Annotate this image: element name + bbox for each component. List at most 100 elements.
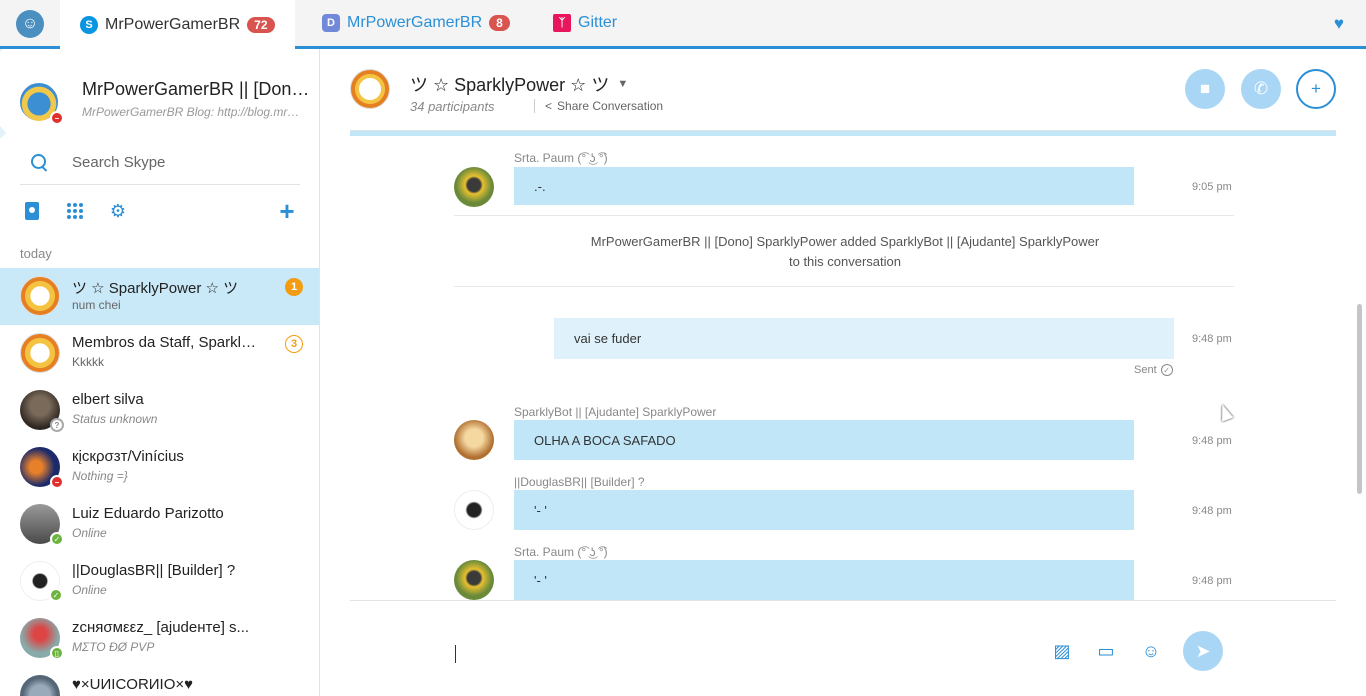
search-input[interactable]: Search Skype: [72, 154, 165, 171]
plus-icon: +: [279, 195, 295, 226]
message-bubble[interactable]: '- ': [514, 560, 1134, 600]
message-bubble-sent[interactable]: vai se fuder: [554, 318, 1174, 359]
add-participant-button[interactable]: +: [1296, 69, 1336, 109]
share-icon: <: [545, 99, 553, 113]
tab-gitter[interactable]: ᛉ Gitter: [533, 0, 637, 46]
message-scrollbar[interactable]: [1357, 304, 1362, 494]
conversation-status: Online: [72, 583, 107, 597]
divider: [454, 286, 1234, 287]
dialpad-button[interactable]: [63, 199, 87, 223]
unread-badge: 1: [285, 278, 303, 296]
tab-badge: 72: [247, 16, 275, 33]
send-icon: ➤: [1195, 640, 1211, 661]
conversation-item[interactable]: ツ ☆ SparklyPower ☆ ツ num chei 1: [0, 268, 319, 325]
message-text: .-.: [534, 178, 546, 194]
send-file-button[interactable]: ▨: [1050, 639, 1074, 663]
profile-name[interactable]: MrPowerGamerBR || [Dono] SparklyPower: [82, 79, 310, 100]
conversation-item[interactable]: ? elbert silva Status unknown: [0, 382, 319, 439]
emoticon-button[interactable]: ☺: [1139, 639, 1163, 663]
search-bar[interactable]: Search Skype: [20, 141, 300, 185]
message-time: 9:48 pm: [1192, 505, 1232, 517]
message-text: '- ': [534, 502, 547, 518]
chevron-down-icon[interactable]: ▼: [617, 78, 628, 90]
message-time: 9:48 pm: [1192, 575, 1232, 587]
conversation-item[interactable]: – кįcкρσзт/Vinícius Nothing =}: [0, 439, 319, 496]
audio-call-button[interactable]: ✆: [1241, 69, 1281, 109]
conversation-item[interactable]: ♥×UИICORИIO×♥: [0, 667, 319, 696]
conversation-preview: Kkkkk: [72, 355, 105, 369]
new-conversation-button[interactable]: +: [275, 196, 299, 226]
text-caret: [455, 645, 456, 663]
profile-mood[interactable]: MrPowerGamerBR Blog: http://blog.mrpower…: [82, 105, 302, 119]
avatar[interactable]: [454, 420, 494, 460]
conversation-list: ツ ☆ SparklyPower ☆ ツ num chei 1 Membros …: [0, 268, 319, 696]
add-person-icon: +: [1311, 79, 1321, 98]
message-sender: Srta. Paum (͡° ͜ʖ ͡°): [514, 151, 608, 165]
unread-badge: 3: [285, 335, 303, 353]
conversation-mood: MΣTO ĐØ PVP: [72, 640, 155, 654]
message-bubble[interactable]: OLHA A BOCA SAFADO: [514, 420, 1134, 460]
avatar: [20, 333, 60, 373]
avatar[interactable]: [454, 560, 494, 600]
conversation-name: кįcкρσзт/Vinícius: [72, 448, 184, 465]
message-bubble[interactable]: '- ': [514, 490, 1134, 530]
video-call-button[interactable]: ■: [1185, 69, 1225, 109]
avatar: [20, 675, 60, 696]
send-button[interactable]: ➤: [1183, 631, 1223, 671]
conversation-name: Membros da Staff, SparklyPower: [72, 334, 257, 351]
sent-label: Sent: [1134, 364, 1157, 376]
message-text: vai se fuder: [574, 331, 642, 346]
dnd-status-icon: –: [50, 111, 64, 125]
avatar[interactable]: [454, 167, 494, 207]
image-file-icon: ▨: [1053, 640, 1071, 661]
conversation-title[interactable]: ツ ☆ SparklyPower ☆ ツ ▼: [410, 71, 628, 97]
system-message: MrPowerGamerBR || [Dono] SparklyPower ad…: [590, 234, 1100, 269]
conversation-item[interactable]: Membros da Staff, SparklyPower Kkkkk 3: [0, 325, 319, 382]
video-camera-icon: ■: [1199, 79, 1211, 98]
settings-button[interactable]: ⚙: [106, 199, 130, 223]
share-conversation-link[interactable]: < Share Conversation: [534, 99, 663, 113]
avatar: ?: [20, 390, 64, 432]
sidebar: – MrPowerGamerBR || [Dono] SparklyPower …: [0, 49, 320, 696]
conversation-item[interactable]: ✓ ||DouglasBR|| [Builder] ? Online: [0, 553, 319, 610]
message-time: 9:05 pm: [1192, 181, 1232, 193]
conversation-item[interactable]: ▯ zcняσмεεz_ [ajudeнтe] s... MΣTO ĐØ PVP: [0, 610, 319, 667]
message-bubble[interactable]: .-.: [514, 167, 1134, 205]
status-unknown-icon: ?: [50, 418, 64, 432]
heart-icon[interactable]: ♥: [1334, 14, 1344, 34]
avatar: ✓: [20, 504, 64, 546]
conversation-avatar[interactable]: [350, 69, 390, 109]
online-status-icon: ✓: [50, 532, 64, 546]
avatar[interactable]: [454, 490, 494, 530]
tab-discord[interactable]: D MrPowerGamerBR 8: [302, 0, 530, 46]
tab-label: Gitter: [578, 14, 618, 31]
delivery-status: Sent ✓: [1134, 364, 1173, 376]
message-text: OLHA A BOCA SAFADO: [534, 432, 676, 448]
conversation-status: Online: [72, 526, 107, 540]
mobile-status-icon: ▯: [50, 646, 64, 660]
contacts-button[interactable]: [20, 199, 44, 223]
conversation-name: ||DouglasBR|| [Builder] ?: [72, 562, 236, 579]
conversation-name: elbert silva: [72, 391, 144, 408]
tab-skype[interactable]: S MrPowerGamerBR 72: [60, 0, 295, 49]
discord-icon: D: [322, 14, 340, 32]
message-sender: Srta. Paum (͡° ͜ʖ ͡°): [514, 545, 608, 559]
message-composer[interactable]: ▨ ▭ ☺ ➤: [350, 600, 1336, 696]
share-label: Share Conversation: [557, 99, 664, 113]
profile-avatar[interactable]: –: [18, 81, 64, 125]
conversation-name: ♥×UИICORИIO×♥: [72, 676, 194, 693]
participants-count[interactable]: 34 participants: [410, 99, 495, 114]
franz-logo-icon[interactable]: ☺: [16, 10, 44, 38]
contacts-icon: [25, 202, 39, 220]
conversation-name: Luiz Eduardo Parizotto: [72, 505, 224, 522]
check-icon: ✓: [1160, 364, 1173, 376]
smiley-icon: ☺: [1141, 640, 1161, 661]
tab-label: MrPowerGamerBR: [105, 15, 241, 33]
sidebar-toolbar: ⚙ +: [20, 196, 300, 226]
conversation-item[interactable]: ✓ Luiz Eduardo Parizotto Online: [0, 496, 319, 553]
send-contact-button[interactable]: ▭: [1094, 639, 1118, 663]
dnd-status-icon: –: [50, 475, 64, 489]
section-label-today: today: [20, 246, 52, 261]
phone-icon: ✆: [1253, 79, 1269, 98]
message-time: 9:48 pm: [1192, 333, 1232, 345]
